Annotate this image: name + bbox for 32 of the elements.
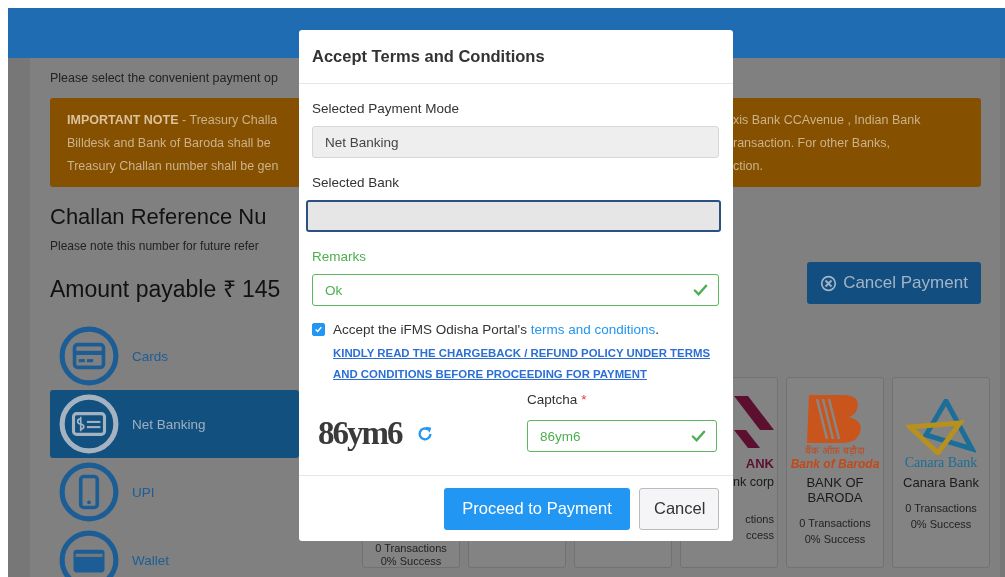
field-label: Selected Payment Mode (312, 100, 461, 118)
captcha-label: Captcha * (527, 391, 588, 409)
note-text: Billdesk and Bank of Baroda shall be (67, 135, 272, 152)
success-rate: 0% Success (910, 517, 972, 532)
transactions-count: 0 Transactions (375, 542, 447, 555)
transactions-count: ctions (745, 512, 774, 527)
instruction-text: Please select the convenient payment op (50, 70, 279, 87)
note-text: ransaction. For other Banks, (733, 135, 892, 152)
field-label: Selected Bank (312, 174, 401, 192)
challan-hint: Please note this number for future refer (50, 239, 260, 253)
note-text: ction. (733, 158, 764, 175)
challan-heading: Challan Reference Nu (50, 204, 268, 230)
modal-title: Accept Terms and Conditions (299, 30, 733, 84)
note-text: Treasury Challan number shall be gen (67, 158, 280, 175)
amount-payable: Amount payable ₹ 145 (50, 275, 282, 304)
success-rate: ccess (745, 528, 774, 543)
field-label: Remarks (312, 248, 367, 266)
logo-text: Bank of Baroda (790, 457, 880, 471)
captcha-image-text: 86ym6 (318, 415, 402, 452)
success-rate: 0% Success (380, 554, 442, 567)
logo-text: Canara Bank (904, 455, 978, 471)
note-text: xis Bank CCAvenue , Indian Bank (733, 112, 922, 129)
transactions-count: 0 Transactions (799, 516, 871, 531)
note-text: IMPORTANT NOTE - Treasury Challa (67, 112, 279, 129)
logo-text: ANK (745, 456, 774, 471)
transactions-count: 0 Transactions (905, 501, 977, 516)
bank-name: Canara Bank (903, 475, 979, 490)
bank-name: BANK OF BARODA (805, 475, 865, 505)
accept-terms-text: Accept the iFMS Odisha Portal's terms and conditions. (333, 321, 660, 339)
logo-script-text: बैंक ऑफ़ बड़ौदा (805, 444, 865, 457)
bank-name: nk corp (733, 475, 774, 489)
success-rate: 0% Success (804, 532, 866, 547)
